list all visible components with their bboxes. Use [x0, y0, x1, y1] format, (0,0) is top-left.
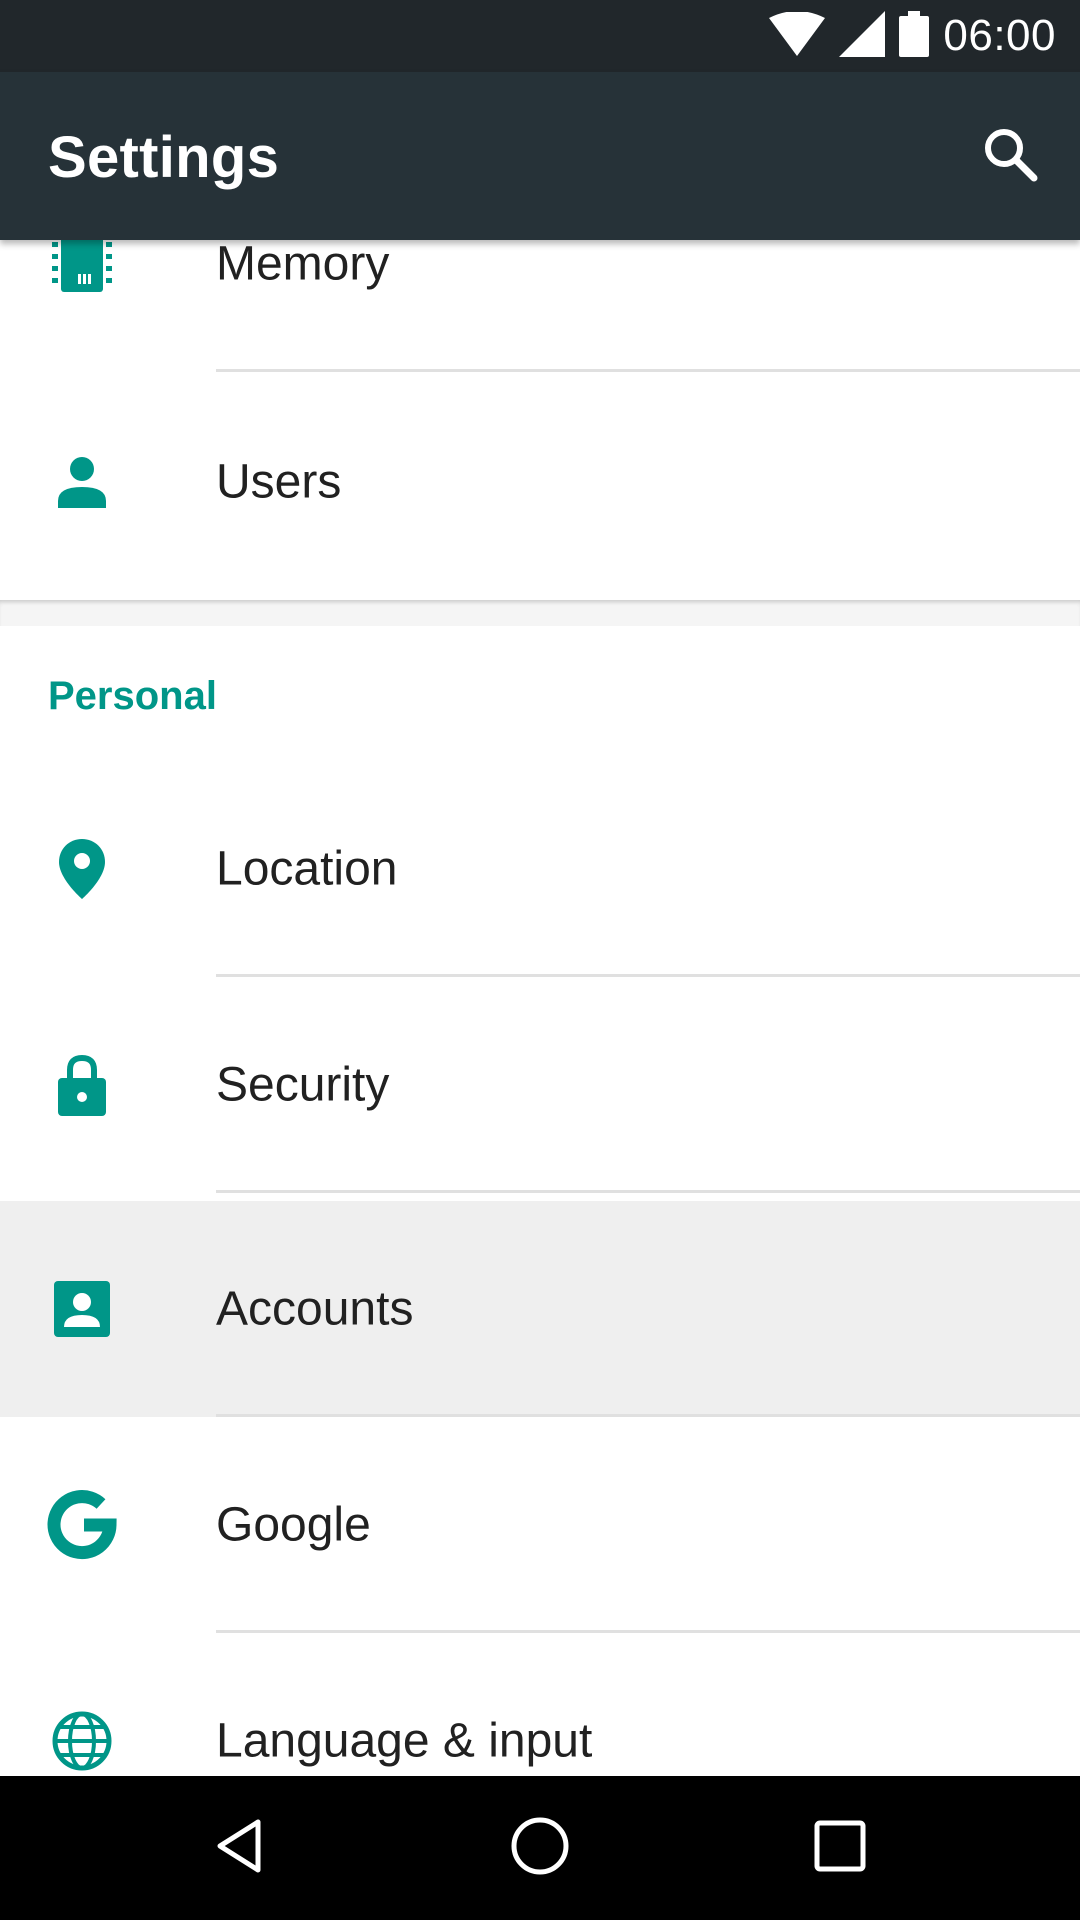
settings-item-label: Google: [216, 1498, 371, 1552]
divider: [216, 369, 1080, 372]
settings-item-accounts[interactable]: Accounts: [0, 1201, 1080, 1417]
wifi-icon: [769, 10, 826, 61]
account-box-icon: [46, 1273, 118, 1345]
settings-item-label: Language & input: [216, 1714, 593, 1768]
settings-item-memory[interactable]: Memory: [0, 240, 1080, 372]
search-icon: [982, 126, 1038, 187]
location-pin-icon: [46, 833, 118, 905]
back-icon: [210, 1816, 270, 1881]
recents-icon: [812, 1818, 868, 1879]
person-icon: [46, 446, 118, 518]
settings-item-label: Memory: [216, 240, 390, 291]
page-title: Settings: [48, 125, 280, 190]
home-button[interactable]: [490, 1798, 590, 1898]
settings-item-security[interactable]: Security: [0, 977, 1080, 1193]
settings-item-users[interactable]: Users: [0, 374, 1080, 590]
lock-icon: [46, 1049, 118, 1121]
settings-item-label: Accounts: [216, 1282, 414, 1336]
back-button[interactable]: [190, 1798, 290, 1898]
section-header-personal: Personal: [48, 674, 217, 718]
cellular-signal-icon: [839, 10, 886, 62]
settings-item-label: Security: [216, 1058, 390, 1112]
navigation-bar: [0, 1776, 1080, 1920]
memory-chip-icon: [46, 240, 118, 300]
settings-item-label: Location: [216, 842, 398, 896]
search-button[interactable]: [980, 126, 1040, 186]
status-time: 06:00: [943, 11, 1056, 60]
settings-item-language-input[interactable]: Language & input: [0, 1633, 1080, 1776]
battery-icon: [899, 10, 930, 62]
settings-item-google[interactable]: Google: [0, 1417, 1080, 1633]
divider: [216, 1190, 1080, 1193]
section-divider: [0, 600, 1080, 626]
home-icon: [509, 1815, 571, 1882]
settings-item-label: Users: [216, 455, 342, 509]
recents-button[interactable]: [790, 1798, 890, 1898]
google-g-icon: [46, 1489, 118, 1561]
settings-list[interactable]: Memory Users Personal Location Security …: [0, 240, 1080, 1776]
app-bar: Settings: [0, 72, 1080, 240]
status-bar: 06:00: [0, 0, 1080, 72]
globe-icon: [46, 1705, 118, 1776]
settings-item-location[interactable]: Location: [0, 761, 1080, 977]
